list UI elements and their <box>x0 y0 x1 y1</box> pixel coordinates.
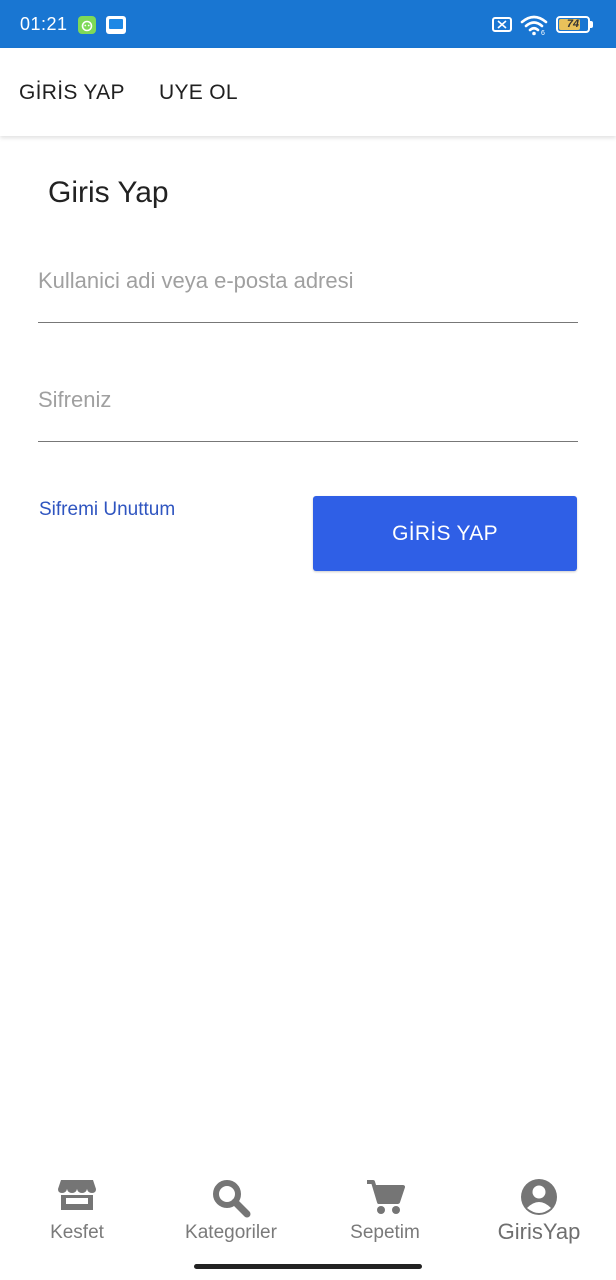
battery-tip <box>590 21 593 28</box>
nav-item-sepetim[interactable]: Sepetim <box>308 1160 462 1250</box>
nav-item-kategoriler[interactable]: Kategoriler <box>154 1160 308 1250</box>
password-field <box>38 387 578 442</box>
svg-text:6: 6 <box>541 30 545 36</box>
nav-label-sepetim: Sepetim <box>350 1222 420 1243</box>
tab-login[interactable]: GİRİS YAP <box>19 81 125 105</box>
status-bar: 01:21 6 74 <box>0 0 616 48</box>
cart-icon <box>365 1178 405 1221</box>
username-input[interactable] <box>38 268 578 294</box>
account-circle-icon <box>520 1178 558 1221</box>
nav-item-kesfet[interactable]: Kesfet <box>0 1160 154 1250</box>
forgot-password-link[interactable]: Sifremi Unuttum <box>39 499 175 521</box>
status-time: 01:21 <box>20 14 68 34</box>
nav-label-kategoriler: Kategoriler <box>185 1222 277 1243</box>
app-notification-icon <box>78 16 96 34</box>
tab-register[interactable]: UYE OL <box>159 81 238 105</box>
bottom-navigation: Kesfet Kategoriler Sepetim GirisYap <box>0 1160 616 1260</box>
nav-label-kesfet: Kesfet <box>50 1222 104 1243</box>
password-input[interactable] <box>38 387 578 413</box>
store-icon <box>57 1178 97 1217</box>
auth-tabs: GİRİS YAP UYE OL <box>0 48 616 136</box>
app-notification-icon-2 <box>106 16 126 34</box>
username-field <box>38 268 578 323</box>
nav-item-girisyap[interactable]: GirisYap <box>462 1160 616 1250</box>
login-button[interactable]: GİRİS YAP <box>313 496 577 571</box>
nav-label-girisyap: GirisYap <box>497 1219 581 1244</box>
battery-icon: 74 <box>556 16 590 33</box>
search-icon <box>211 1178 251 1223</box>
battery-level: 74 <box>566 18 580 30</box>
home-indicator[interactable] <box>194 1264 422 1269</box>
wifi-icon: 6 <box>520 14 548 41</box>
page-title: Giris Yap <box>48 176 169 209</box>
no-sim-icon <box>492 17 512 32</box>
